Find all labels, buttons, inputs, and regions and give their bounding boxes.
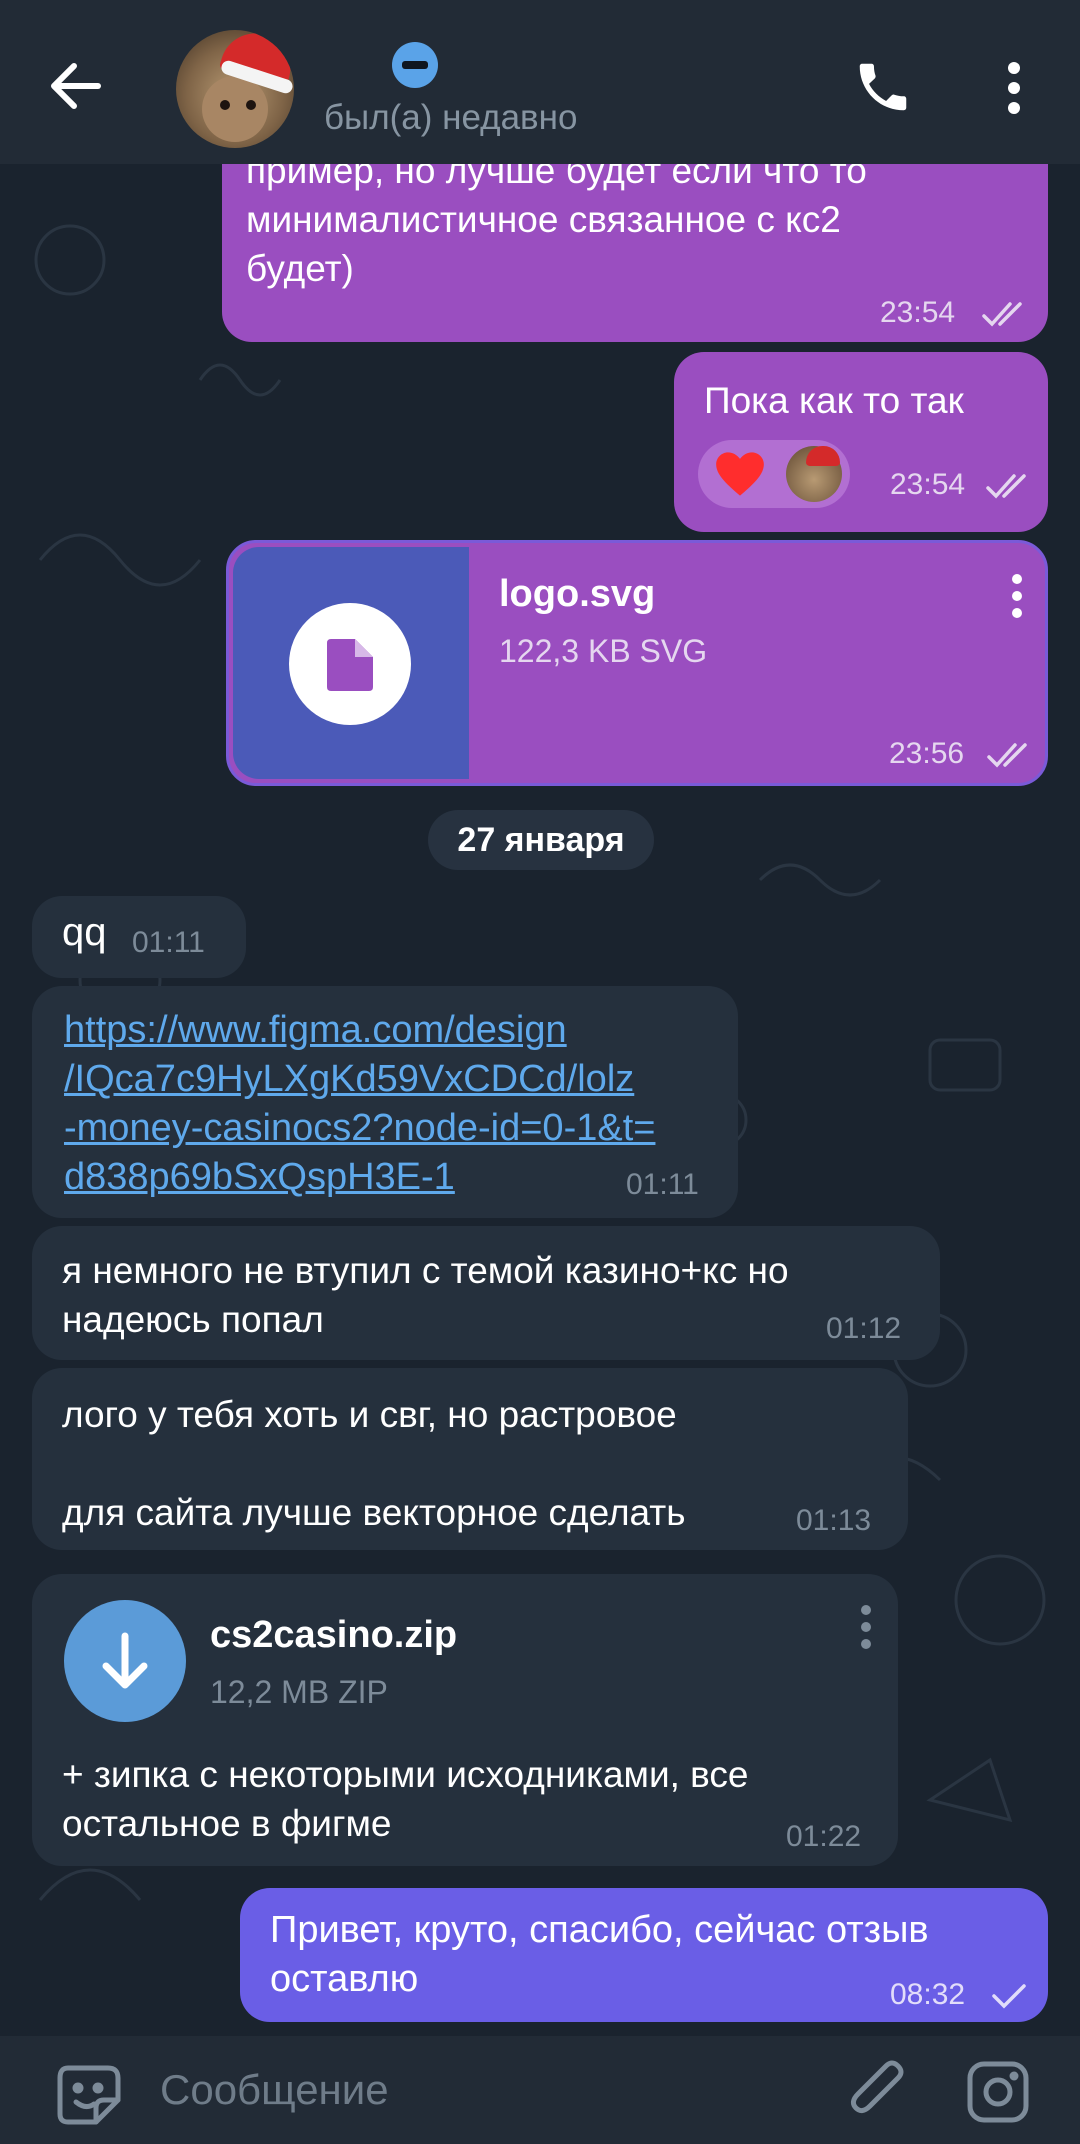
check-icon [992, 1982, 1026, 2015]
message-input-bar: Сообщение [0, 2036, 1080, 2144]
message-time: 23:54 [880, 296, 956, 329]
more-vertical-icon[interactable] [858, 1604, 874, 1655]
message-outgoing[interactable]: Пока как то так 23:54 [674, 352, 1048, 532]
message-text: лого у тебя хоть и свг, но растровое [62, 1394, 677, 1435]
avatar[interactable] [176, 30, 294, 148]
double-check-icon [982, 300, 1028, 333]
instagram-camera-icon[interactable] [966, 2060, 1030, 2129]
file-name: logo.svg [499, 573, 656, 615]
message-text: надеюсь попал [62, 1299, 324, 1340]
double-check-icon [986, 472, 1032, 505]
message-file-outgoing[interactable]: logo.svg 122,3 KB SVG 23:56 [226, 540, 1048, 786]
file-preview[interactable] [233, 547, 469, 779]
message-time: 01:11 [132, 926, 205, 959]
message-time: 01:12 [826, 1312, 902, 1345]
message-text: остальное в фигме [62, 1803, 392, 1844]
message-text: я немного не втупил с темой казино+кс но [62, 1250, 789, 1291]
message-time: 08:32 [890, 1978, 966, 2011]
file-icon [327, 639, 373, 696]
phone-icon[interactable] [852, 56, 914, 118]
message-link[interactable]: d838p69bSxQspH3E-1 [64, 1153, 655, 1202]
double-check-icon [987, 741, 1033, 774]
message-time: 01:22 [786, 1820, 862, 1853]
message-link[interactable]: /IQca7c9HyLXgKd59VxCDCd/lolz [64, 1055, 655, 1104]
message-link[interactable]: https://www.figma.com/design [64, 1006, 655, 1055]
arrow-down-icon [100, 1632, 150, 1695]
message-text: qq [62, 910, 107, 954]
date-separator: 27 января [428, 810, 654, 870]
message-time: 23:56 [889, 737, 965, 770]
sticker-icon[interactable] [56, 2064, 122, 2131]
paperclip-icon[interactable] [846, 2058, 912, 2129]
message-time: 23:54 [890, 468, 966, 501]
message-time: 01:11 [626, 1168, 699, 1201]
file-name: cs2casino.zip [210, 1614, 458, 1656]
message-text: Пока как то так [704, 380, 964, 421]
message-text: будет) [246, 248, 354, 289]
message-text: + зипка с некоторыми исходниками, все [62, 1754, 749, 1795]
message-incoming[interactable]: лого у тебя хоть и свг, но растровое для… [32, 1368, 908, 1550]
file-meta: 122,3 KB SVG [499, 633, 708, 669]
reaction-chip[interactable] [698, 440, 850, 508]
last-seen-status: был(а) недавно [324, 98, 578, 137]
reactor-avatar [786, 446, 842, 502]
more-vertical-icon[interactable] [996, 56, 1032, 120]
message-input[interactable]: Сообщение [160, 2066, 389, 2114]
message-outgoing[interactable]: Привет, круто, спасибо, сейчас отзыв ост… [240, 1888, 1048, 2022]
message-text: для сайта лучше векторное сделать [62, 1492, 686, 1533]
message-text: оставлю [270, 1958, 419, 2000]
message-incoming[interactable]: я немного не втупил с темой казино+кс но… [32, 1226, 940, 1360]
message-text: Привет, круто, спасибо, сейчас отзыв [270, 1909, 929, 1951]
message-file-incoming[interactable]: cs2casino.zip 12,2 MB ZIP + зипка с неко… [32, 1574, 898, 1866]
file-meta: 12,2 MB ZIP [210, 1674, 388, 1710]
chat-header: был(а) недавно [0, 0, 1080, 164]
message-incoming[interactable]: qq 01:11 [32, 896, 246, 978]
more-vertical-icon[interactable] [1009, 573, 1025, 624]
message-link[interactable]: -money-casinocs2?node-id=0-1&t= [64, 1104, 655, 1153]
arrow-left-icon[interactable] [46, 56, 106, 116]
heart-icon [714, 450, 766, 503]
download-button[interactable] [64, 1600, 186, 1722]
message-text: минималистичное связанное с кс2 [246, 199, 841, 240]
message-incoming[interactable]: https://www.figma.com/design /IQca7c9HyL… [32, 986, 738, 1218]
message-time: 01:13 [796, 1504, 872, 1537]
status-icon [392, 42, 438, 88]
